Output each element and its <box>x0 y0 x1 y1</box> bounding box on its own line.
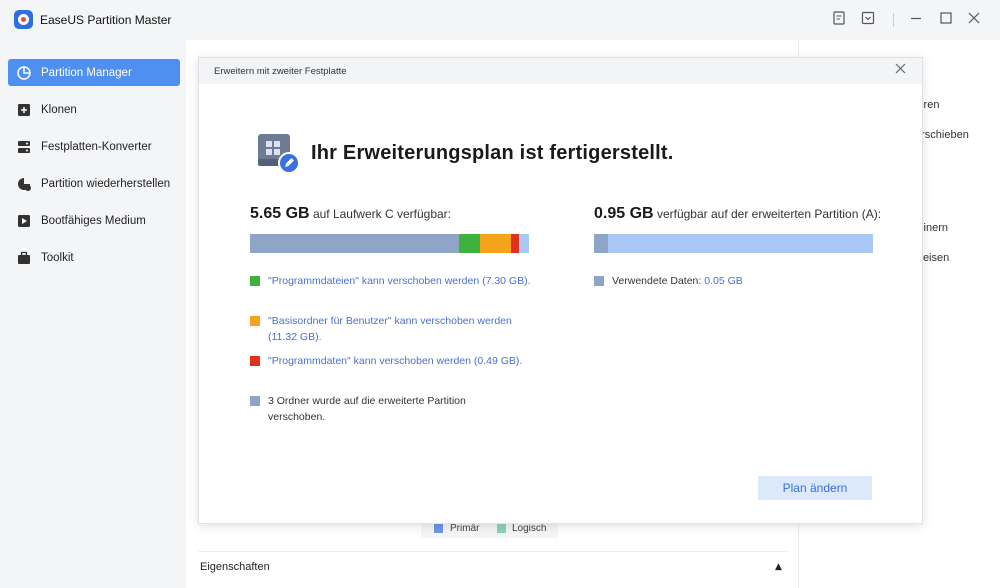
sidebar-item-bootfaehiges-medium[interactable]: Bootfähiges Medium <box>8 207 180 234</box>
legend-item-moved-folders: 3 Ordner wurde auf die erweiterte Partit… <box>250 393 520 425</box>
left-available-line: 5.65 GB auf Laufwerk C verfügbar: <box>250 205 451 223</box>
legend-primary-label: Primär <box>450 523 480 534</box>
minimize-icon[interactable] <box>907 11 925 29</box>
feedback-icon[interactable] <box>830 11 848 29</box>
bar-segment-free <box>519 234 529 253</box>
legend-text: "Basisordner für Benutzer" kann verschob… <box>268 315 512 343</box>
sidebar-item-label: Partition Manager <box>41 66 132 79</box>
used-data-text: Verwendete Daten: <box>612 275 702 287</box>
used-data-value: 0.05 GB <box>704 275 743 287</box>
close-window-icon[interactable] <box>965 11 983 29</box>
logical-swatch <box>497 524 506 533</box>
dialog-title: Erweitern mit zweiter Festplatte <box>214 66 347 77</box>
orange-swatch <box>250 316 260 326</box>
recover-icon <box>16 176 32 192</box>
legend-item-used-data: Verwendete Daten: 0.05 GB <box>594 273 884 289</box>
extended-partition-usage-bar <box>594 234 873 253</box>
app-title: EaseUS Partition Master <box>40 13 172 27</box>
legend-text: 3 Ordner wurde auf die erweiterte Partit… <box>268 395 466 423</box>
bar-segment-existing <box>250 234 459 253</box>
legend-text: "Programmdaten" kann verschoben werden (… <box>268 355 523 367</box>
sidebar-item-klonen[interactable]: Klonen <box>8 96 180 123</box>
bar-segment-programmdaten <box>511 234 519 253</box>
extend-dialog: Erweitern mit zweiter Festplatte Ihr Erw… <box>198 57 923 524</box>
red-swatch <box>250 356 260 366</box>
sidebar-item-label: Bootfähiges Medium <box>41 214 146 227</box>
primary-swatch <box>434 524 443 533</box>
green-swatch <box>250 276 260 286</box>
close-icon[interactable] <box>895 63 906 78</box>
boot-media-icon <box>16 213 32 229</box>
sidebar-item-toolkit[interactable]: Toolkit <box>8 244 180 271</box>
left-available-size: 5.65 GB <box>250 205 310 222</box>
dialog-headline: Ihr Erweiterungsplan ist fertigerstellt. <box>311 142 674 164</box>
bar-segment-basisordner <box>480 234 511 253</box>
sidebar-item-label: Toolkit <box>41 251 74 264</box>
legend-item-basisordner: "Basisordner für Benutzer" kann verschob… <box>250 313 540 345</box>
used-data-label: Verwendete Daten: 0.05 GB <box>612 273 743 289</box>
dialog-header: Erweitern mit zweiter Festplatte <box>199 58 922 84</box>
converter-icon <box>16 139 32 155</box>
divider <box>198 551 788 552</box>
titlebar-divider <box>893 13 894 27</box>
menu-dropdown-icon[interactable] <box>859 11 877 29</box>
legend-item-programmdateien: "Programmdateien" kann verschoben werden… <box>250 273 540 289</box>
change-plan-button[interactable]: Plan ändern <box>758 476 872 500</box>
sidebar-item-festplatten-konverter[interactable]: Festplatten-Konverter <box>8 133 180 160</box>
right-panel-item[interactable]: erschieben <box>915 129 969 141</box>
app-logo-icon <box>14 10 33 29</box>
sidebar-item-partition-wiederherstellen[interactable]: Partition wiederherstellen <box>8 170 180 197</box>
collapse-arrow-icon[interactable]: ▲ <box>775 562 782 572</box>
left-available-suffix: auf Laufwerk C verfügbar: <box>312 207 452 221</box>
title-bar: EaseUS Partition Master <box>0 0 1000 40</box>
used-segment <box>594 234 608 253</box>
sidebar-item-partition-manager[interactable]: Partition Manager <box>8 59 180 86</box>
right-available-size: 0.95 GB <box>594 205 654 222</box>
right-available-suffix: verfügbar auf der erweiterten Partition … <box>656 207 882 221</box>
right-available-line: 0.95 GB verfügbar auf der erweiterten Pa… <box>594 205 881 223</box>
toolkit-icon <box>16 250 32 266</box>
properties-label: Eigenschaften <box>200 561 270 573</box>
sidebar: Partition Manager Klonen Festplatten-Kon… <box>0 40 186 588</box>
sidebar-item-label: Klonen <box>41 103 77 116</box>
disk-edit-icon <box>256 133 301 175</box>
gray-swatch <box>250 396 260 406</box>
legend-item-programmdaten: "Programmdaten" kann verschoben werden (… <box>250 353 540 369</box>
bar-segment-programmdateien <box>459 234 480 253</box>
maximize-icon[interactable] <box>937 11 955 29</box>
sidebar-item-label: Partition wiederherstellen <box>41 177 171 190</box>
sidebar-item-label: Festplatten-Konverter <box>41 140 152 153</box>
legend-text: "Programmdateien" kann verschoben werden… <box>268 275 531 287</box>
pie-chart-icon <box>16 65 32 81</box>
gray-swatch <box>594 276 604 286</box>
legend-logical-label: Logisch <box>512 523 547 534</box>
clone-icon <box>16 102 32 118</box>
drive-c-usage-bar <box>250 234 529 253</box>
